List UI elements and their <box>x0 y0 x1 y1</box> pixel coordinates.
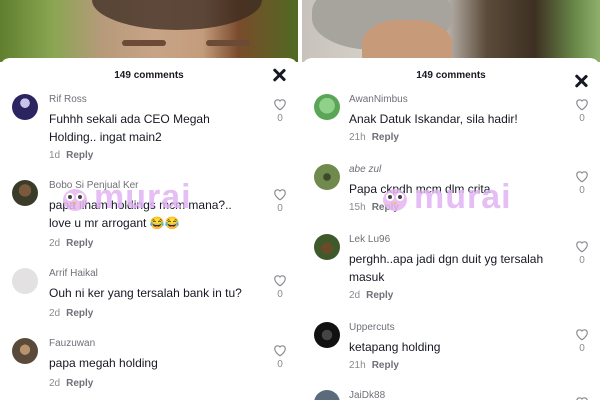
close-icon[interactable] <box>574 74 588 88</box>
comment-age: 2d <box>49 308 61 319</box>
reply-button[interactable]: Reply <box>372 132 399 143</box>
heart-icon[interactable] <box>575 170 589 183</box>
avatar[interactable] <box>314 164 340 190</box>
comment-username[interactable]: Rif Ross <box>49 94 87 105</box>
comment-text: papa megah holding <box>49 356 158 370</box>
like-count: 0 <box>277 289 283 300</box>
like-control[interactable]: 0 <box>272 344 288 370</box>
comment-text: Fuhhh sekali ada CEO Megah Holding.. ing… <box>49 112 210 144</box>
video-person-eyebrow <box>206 40 250 46</box>
comment-age: 2d <box>49 378 61 389</box>
like-control[interactable]: 0 <box>574 98 590 124</box>
like-count: 0 <box>277 113 283 124</box>
heart-icon[interactable] <box>273 344 287 357</box>
comment-age: 2d <box>49 238 61 249</box>
like-control[interactable]: 0 <box>272 274 288 300</box>
heart-icon[interactable] <box>575 328 589 341</box>
like-control[interactable]: 0 <box>272 188 288 214</box>
heart-icon[interactable] <box>575 98 589 111</box>
avatar[interactable] <box>12 268 38 294</box>
video-person-face <box>362 20 452 62</box>
comment-text: Ouh ni ker yang tersalah bank in tu? <box>49 286 242 300</box>
comment-meta: 2d Reply <box>49 308 93 319</box>
video-person-hair <box>92 0 262 30</box>
like-count: 0 <box>579 343 585 354</box>
comment-text: Papa ckpdh mcm dlm crita <box>349 182 491 196</box>
comment-text: perghh..apa jadi dgn duit yg tersalah ma… <box>349 252 544 284</box>
like-count: 0 <box>579 113 585 124</box>
comments-sheet: 149 comments Rif Ross Fuhhh sekali ada C… <box>0 58 298 400</box>
comment-username[interactable]: abe zul <box>349 164 381 175</box>
video-frame <box>302 0 600 62</box>
like-count: 0 <box>579 255 585 266</box>
comments-header: 149 comments <box>302 58 600 90</box>
comment-meta: 2d Reply <box>49 378 93 389</box>
reply-button[interactable]: Reply <box>372 360 399 371</box>
comment-username[interactable]: Arrif Haikal <box>49 268 98 279</box>
comment-text: ketapang holding <box>349 340 441 354</box>
comment-count: 149 comments <box>114 70 184 81</box>
video-person-eyebrow <box>122 40 166 46</box>
video-frame <box>0 0 298 62</box>
comment-text: papa ilham holdings mcm mana?.. love u m… <box>49 198 232 230</box>
like-control[interactable]: 0 <box>574 240 590 266</box>
reply-button[interactable]: Reply <box>66 238 93 249</box>
heart-icon[interactable] <box>273 188 287 201</box>
comment-username[interactable]: Lek Lu96 <box>349 234 390 245</box>
avatar[interactable] <box>314 390 340 400</box>
comment-meta: 21h Reply <box>349 132 399 143</box>
avatar[interactable] <box>12 94 38 120</box>
avatar[interactable] <box>314 234 340 260</box>
like-control[interactable]: 0 <box>574 328 590 354</box>
like-count: 0 <box>277 203 283 214</box>
like-control[interactable] <box>574 396 590 400</box>
comment-meta: 21h Reply <box>349 360 399 371</box>
comment-age: 15h <box>349 202 366 213</box>
reply-button[interactable]: Reply <box>66 378 93 389</box>
avatar[interactable] <box>12 180 38 206</box>
comment-age: 21h <box>349 132 366 143</box>
reply-button[interactable]: Reply <box>66 308 93 319</box>
like-control[interactable]: 0 <box>574 170 590 196</box>
comment-username[interactable]: AwanNimbus <box>349 94 408 105</box>
heart-icon[interactable] <box>273 274 287 287</box>
comment-text: Anak Datuk Iskandar, sila hadir! <box>349 112 518 126</box>
comment-username[interactable]: JaiDk88 <box>349 390 385 400</box>
left-screenshot: 149 comments Rif Ross Fuhhh sekali ada C… <box>0 0 298 400</box>
avatar[interactable] <box>314 322 340 348</box>
like-count: 0 <box>579 185 585 196</box>
comment-username[interactable]: Fauzuwan <box>49 338 95 349</box>
comment-age: 1d <box>49 150 61 161</box>
comment-age: 2d <box>349 290 361 301</box>
comments-header: 149 comments <box>0 58 298 90</box>
like-control[interactable]: 0 <box>272 98 288 124</box>
right-screenshot: 149 comments AwanNimbus Anak Datuk Iskan… <box>302 0 600 400</box>
comment-meta: 1d Reply <box>49 150 93 161</box>
close-icon[interactable] <box>272 68 286 82</box>
comment-username[interactable]: Bobo Si Penjual Ker <box>49 180 139 191</box>
reply-button[interactable]: Reply <box>66 150 93 161</box>
avatar[interactable] <box>314 94 340 120</box>
comment-count: 149 comments <box>416 70 486 81</box>
reply-button[interactable]: Reply <box>366 290 393 301</box>
like-count: 0 <box>277 359 283 370</box>
comment-age: 21h <box>349 360 366 371</box>
heart-icon[interactable] <box>273 98 287 111</box>
comment-username[interactable]: Uppercuts <box>349 322 395 333</box>
comment-meta: 2d Reply <box>349 290 393 301</box>
comments-sheet: 149 comments AwanNimbus Anak Datuk Iskan… <box>302 58 600 400</box>
avatar[interactable] <box>12 338 38 364</box>
heart-icon[interactable] <box>575 396 589 400</box>
reply-button[interactable]: Reply <box>372 202 399 213</box>
heart-icon[interactable] <box>575 240 589 253</box>
comment-meta: 2d Reply <box>49 238 93 249</box>
comment-meta: 15h Reply <box>349 202 399 213</box>
